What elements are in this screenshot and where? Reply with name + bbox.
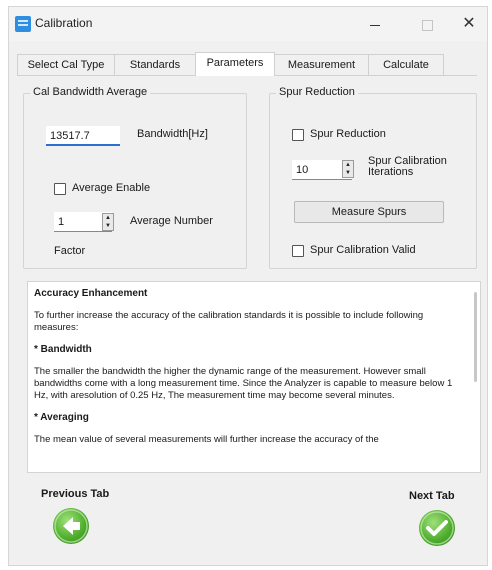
cal-bandwidth-group: Cal Bandwidth Average 13517.7 Bandwidth[…	[23, 86, 247, 269]
tab-standards[interactable]: Standards	[114, 54, 196, 75]
cal-bandwidth-group-title: Cal Bandwidth Average	[30, 86, 151, 98]
tab-select-cal-type[interactable]: Select Cal Type	[17, 54, 115, 75]
spur-calibration-valid-checkbox[interactable]	[292, 245, 304, 257]
factor-label: Factor	[54, 245, 86, 257]
bandwidth-text: The smaller the bandwidth the higher the…	[34, 366, 453, 401]
bandwidth-input[interactable]: 13517.7	[46, 126, 120, 146]
maximize-icon	[421, 19, 433, 31]
tab-calculate[interactable]: Calculate	[368, 54, 444, 75]
calibration-window: Calibration ✕ Select Cal Type Standards …	[8, 6, 488, 566]
minimize-icon	[370, 24, 380, 26]
arrow-left-icon	[54, 509, 88, 543]
average-enable-checkbox[interactable]	[54, 183, 66, 195]
checkmark-icon	[420, 511, 454, 545]
accuracy-heading: Accuracy Enhancement	[34, 288, 148, 299]
accuracy-info-text: Accuracy Enhancement To further increase…	[34, 286, 464, 456]
measure-spurs-button[interactable]: Measure Spurs	[294, 201, 444, 223]
title-bar: Calibration ✕	[9, 7, 487, 41]
spur-iterations-label: Spur Calibration Iterations	[368, 156, 447, 178]
app-icon	[15, 16, 31, 32]
average-number-label: Average Number	[130, 215, 213, 227]
spur-reduction-group: Spur Reduction Spur Reduction 10 ▲ ▼ Spur…	[269, 86, 477, 269]
spur-reduction-label: Spur Reduction	[310, 128, 386, 140]
tab-measurement[interactable]: Measurement	[274, 54, 369, 75]
close-button[interactable]: ✕	[449, 11, 489, 37]
averaging-heading: * Averaging	[34, 412, 89, 423]
next-tab-button[interactable]	[419, 510, 455, 546]
spur-reduction-group-title: Spur Reduction	[276, 86, 358, 98]
minimize-button[interactable]	[355, 11, 395, 37]
next-tab-label: Next Tab	[409, 490, 455, 502]
previous-tab-button[interactable]	[53, 508, 89, 544]
accuracy-info-panel: Accuracy Enhancement To further increase…	[27, 281, 481, 473]
spur-reduction-checkbox[interactable]	[292, 129, 304, 141]
spur-iterations-spinner[interactable]: ▲ ▼	[342, 160, 354, 178]
accuracy-intro: To further increase the accuracy of the …	[34, 310, 424, 333]
spur-iterations-label-line2: Iterations	[368, 166, 414, 178]
average-number-spinner[interactable]: ▲ ▼	[102, 213, 114, 231]
spur-calibration-valid-label: Spur Calibration Valid	[310, 244, 416, 256]
averaging-text: The mean value of several measurements w…	[34, 434, 379, 445]
average-enable-label: Average Enable	[72, 182, 151, 194]
maximize-button[interactable]	[407, 11, 447, 37]
bandwidth-heading: * Bandwidth	[34, 344, 92, 355]
info-scrollbar[interactable]	[474, 292, 477, 382]
previous-tab-label: Previous Tab	[41, 488, 110, 500]
bandwidth-label: Bandwidth[Hz]	[137, 128, 208, 140]
close-icon: ✕	[462, 15, 476, 32]
tab-parameters[interactable]: Parameters	[195, 52, 275, 76]
window-title: Calibration	[35, 16, 93, 30]
